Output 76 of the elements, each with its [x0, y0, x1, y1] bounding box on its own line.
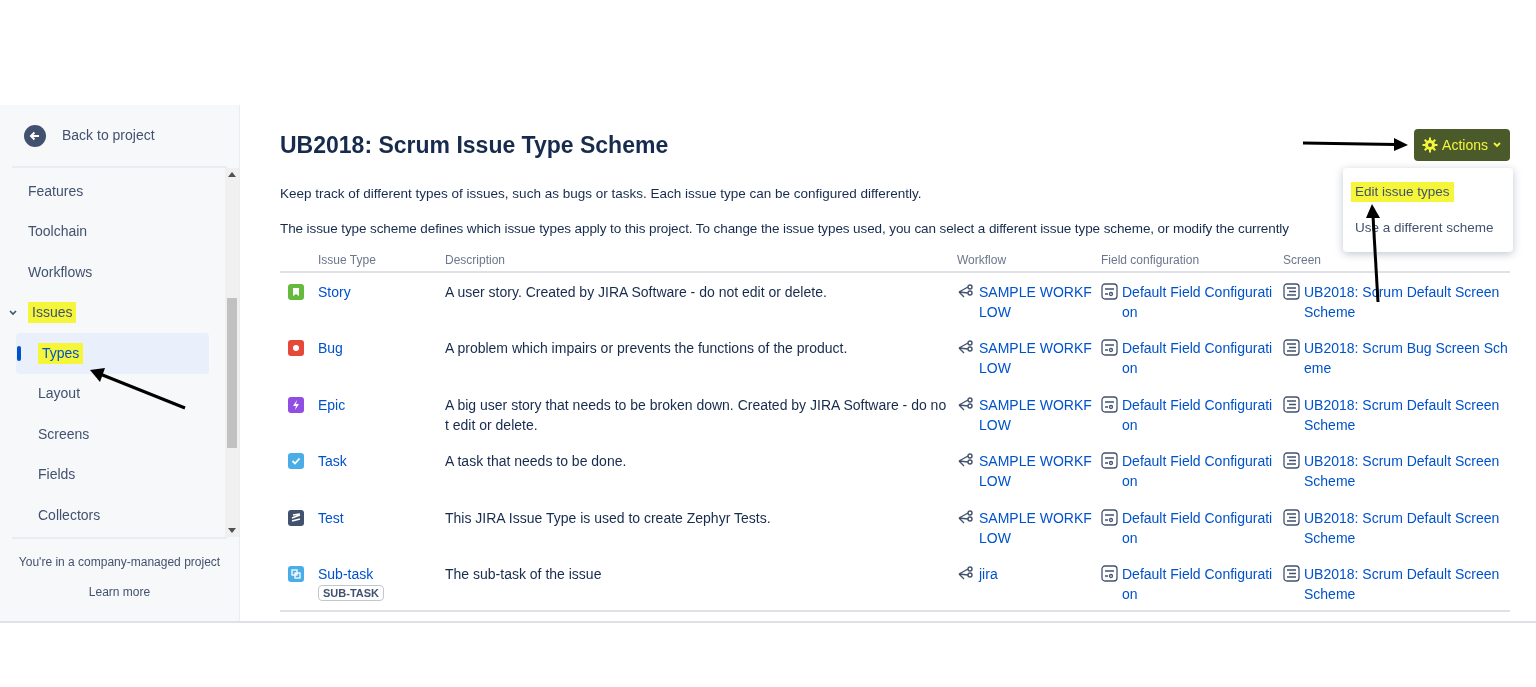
screen-icon: [1283, 565, 1300, 583]
field-configuration-icon: [1101, 395, 1118, 413]
description-text: The sub-task of the issue: [445, 565, 603, 585]
chevron-down-icon: [1492, 140, 1502, 150]
screen-scheme-link[interactable]: UB2018: Scrum Default Screen Scheme: [1304, 394, 1510, 435]
description-text: A user story. Created by JIRA Software - do not edit or delete.: [445, 282, 828, 302]
description-text: A task that needs to be done.: [445, 452, 628, 472]
workflow-link[interactable]: jira: [979, 564, 998, 585]
nav-item[interactable]: Layout: [38, 383, 81, 405]
workflow-icon: [957, 396, 975, 411]
scroll-up-arrow-icon[interactable]: [228, 172, 236, 177]
workflow-link[interactable]: SAMPLE WORKFLOW: [979, 451, 1097, 492]
screen-icon: [1283, 339, 1300, 357]
screen-scheme-link[interactable]: UB2018: Scrum Default Screen Scheme: [1304, 451, 1510, 492]
field-configuration-icon: [1101, 565, 1118, 583]
scrollbar[interactable]: [225, 168, 239, 537]
description-text: This JIRA Issue Type is used to create Zephyr Tests.: [445, 508, 772, 528]
nav-item[interactable]: Features: [28, 180, 84, 202]
issue-type-link[interactable]: Story: [318, 281, 351, 302]
field-configuration-link[interactable]: Default Field Configuration: [1122, 564, 1279, 605]
nav-item[interactable]: Workflows: [28, 261, 93, 283]
screen-icon: [1283, 282, 1300, 300]
subtask-badge: SUB-TASK: [318, 585, 384, 602]
column-header: Workflow: [957, 251, 1007, 269]
nav-item[interactable]: Toolchain: [28, 221, 88, 243]
screen-scheme-link[interactable]: UB2018: Scrum Bug Screen Scheme: [1304, 338, 1510, 379]
page-title: UB2018: Scrum Issue Type Scheme: [280, 130, 669, 160]
back-link[interactable]: Back to project: [62, 125, 155, 146]
project-type-note: You're in a company-managed project: [18, 554, 221, 571]
menu-item[interactable]: Edit issue types: [1351, 181, 1454, 203]
intro-text: Keep track of different types of issues, such as bugs or tasks. Each issue type can be configured differently.: [280, 185, 922, 203]
field-configuration-link[interactable]: Default Field Configuration: [1122, 281, 1279, 322]
workflow-link[interactable]: SAMPLE WORKFLOW: [979, 394, 1097, 435]
field-configuration-icon: [1101, 508, 1118, 526]
screen-icon: [1283, 452, 1300, 470]
screen-icon: [1283, 508, 1300, 526]
field-configuration-icon: [1101, 452, 1118, 470]
description-text: A big user story that needs to be broken down. Created by JIRA Software - do not edit or delete.: [445, 395, 948, 435]
gear-icon: [1422, 137, 1439, 153]
field-configuration-icon: [1101, 282, 1118, 300]
workflow-icon: [957, 340, 975, 355]
issue-type-link[interactable]: Epic: [318, 394, 346, 415]
workflow-link[interactable]: SAMPLE WORKFLOW: [979, 338, 1097, 379]
field-configuration-link[interactable]: Default Field Configuration: [1122, 338, 1279, 379]
field-configuration-icon: [1101, 339, 1118, 357]
column-header: Description: [445, 251, 506, 269]
workflow-icon: [957, 283, 975, 298]
learn-more-link[interactable]: Learn more: [88, 583, 151, 601]
workflow-icon: [957, 453, 975, 468]
issue-type-link[interactable]: Task: [318, 451, 347, 472]
nav-item[interactable]: Fields: [38, 464, 76, 486]
workflow-link[interactable]: SAMPLE WORKFLOW: [979, 507, 1097, 548]
nav-item[interactable]: Collectors: [38, 504, 101, 526]
intro-text: The issue type scheme defines which issue types apply to this project. To change the issue types used, you can select a different issue type scheme, or modify the currently: [280, 220, 1289, 239]
issue-type-link[interactable]: Test: [318, 507, 344, 528]
column-header: Field configuration: [1101, 251, 1200, 269]
screen-scheme-link[interactable]: UB2018: Scrum Default Screen Scheme: [1304, 507, 1510, 548]
field-configuration-link[interactable]: Default Field Configuration: [1122, 507, 1279, 548]
screen-icon: [1283, 395, 1300, 413]
issue-type-link[interactable]: Bug: [318, 338, 343, 359]
workflow-icon: [957, 509, 975, 524]
nav-item[interactable]: Issues: [28, 302, 77, 324]
workflow-link[interactable]: SAMPLE WORKFLOW: [979, 281, 1097, 322]
issue-type-link[interactable]: Sub-task: [318, 564, 374, 585]
workflow-icon: [957, 566, 975, 581]
field-configuration-link[interactable]: Default Field Configuration: [1122, 394, 1279, 435]
scroll-down-arrow-icon[interactable]: [228, 528, 236, 533]
screen-scheme-link[interactable]: UB2018: Scrum Default Screen Scheme: [1304, 564, 1510, 605]
actions-button[interactable]: Actions: [1414, 129, 1510, 161]
column-header: Screen: [1283, 251, 1322, 269]
nav-item[interactable]: Types: [38, 342, 84, 364]
nav-item[interactable]: Screens: [38, 423, 90, 445]
selection-bar: [17, 346, 21, 361]
description-text: A problem which impairs or prevents the functions of the product.: [445, 339, 849, 359]
column-header: Issue Type: [318, 251, 376, 269]
field-configuration-link[interactable]: Default Field Configuration: [1122, 451, 1279, 492]
